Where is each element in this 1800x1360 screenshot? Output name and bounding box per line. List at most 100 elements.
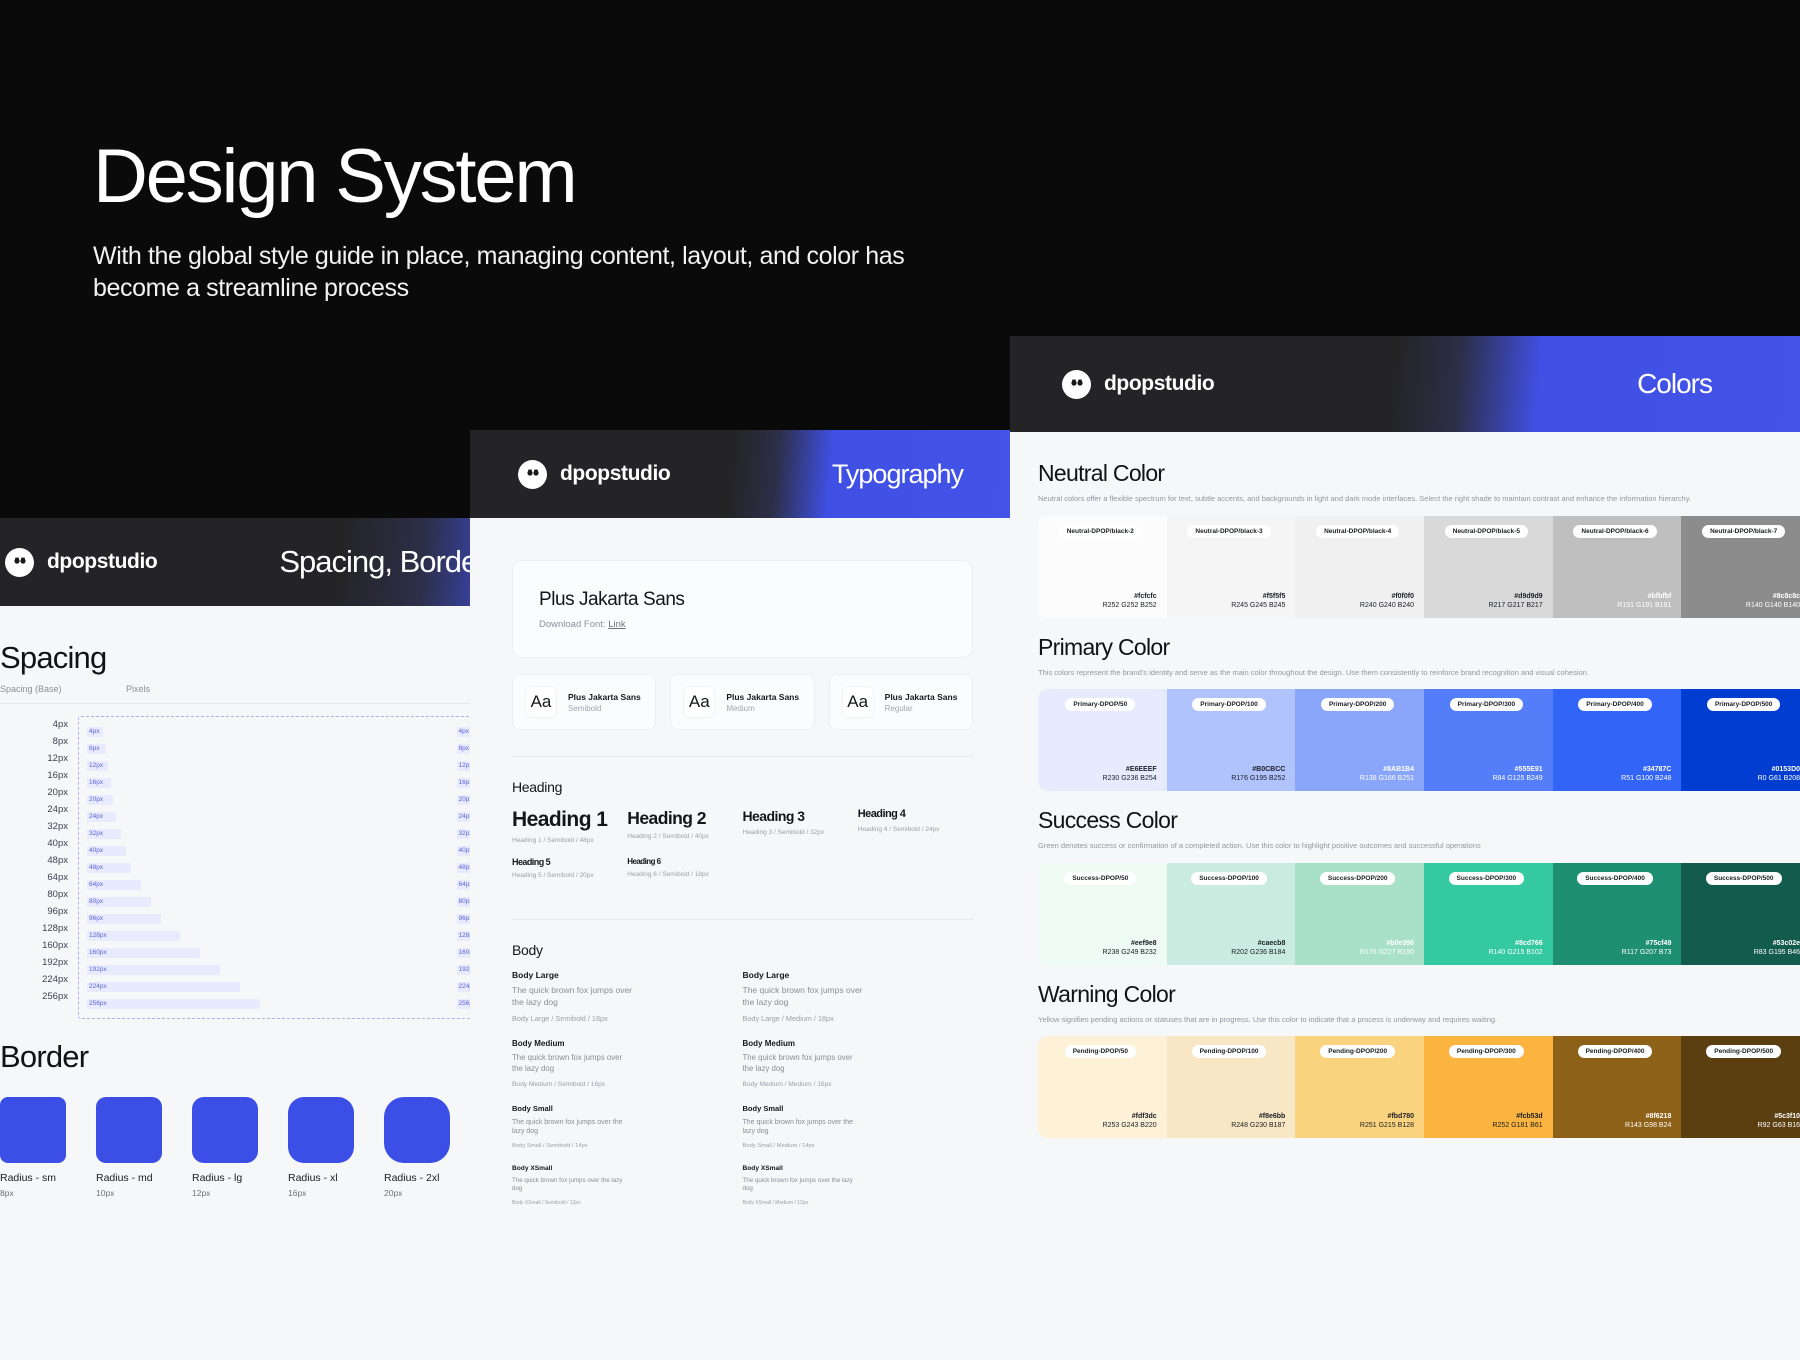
colors-panel: dpopstudio Colors Neutral ColorNeutral c… <box>1010 336 1800 1360</box>
radius-item: Radius - 2xl 20px <box>384 1097 456 1198</box>
color-rgb: R140 G215 B102 <box>1489 949 1543 956</box>
spacing-bar: 224px <box>87 982 240 992</box>
color-rgb: R0 G61 B208 <box>1758 775 1800 782</box>
color-token-chip: Success-DPOP/300 <box>1449 872 1525 885</box>
spacing-bar-row: 48px <box>87 859 457 876</box>
color-rgb: R230 G236 B254 <box>1103 775 1157 782</box>
body-samples: Body LargeThe quick brown fox jumps over… <box>512 970 973 1221</box>
color-section: Success ColorGreen denotes success or co… <box>1038 807 1800 965</box>
color-hex: #75cf49 <box>1622 940 1672 947</box>
body-sample-text: The quick brown fox jumps over the lazy … <box>512 1053 632 1074</box>
spacing-bar-row: 20px <box>87 791 457 808</box>
body-sample-spec: Body Medium / Semibold / 16px <box>512 1081 725 1088</box>
color-section-title: Warning Color <box>1038 981 1800 1008</box>
body-sample-spec: Body Small / Semibold / 14px <box>512 1143 725 1149</box>
color-section-title: Primary Color <box>1038 634 1800 661</box>
color-hex: #b0e396 <box>1360 940 1414 947</box>
color-rgb: R245 G245 B245 <box>1231 602 1285 609</box>
spacing-bar-row: 64px <box>87 876 457 893</box>
color-swatch[interactable]: Primary-DPOP/200#8AB1B4R138 G166 B251 <box>1295 689 1424 791</box>
color-section-description: Yellow signifies pending actions or stat… <box>1038 1015 1800 1026</box>
color-swatch[interactable]: Success-DPOP/50#eef9e8R238 G249 B232 <box>1038 863 1167 965</box>
panel-title-typography: Typography <box>832 459 963 490</box>
color-meta: #555E91R84 G125 B249 <box>1492 766 1542 782</box>
font-weight-text: Plus Jakarta SansMedium <box>726 692 799 713</box>
spacing-label: 20px <box>0 784 78 801</box>
spacing-label: 256px <box>0 988 78 1005</box>
spacing-bar-row: 16px <box>87 774 457 791</box>
color-swatch[interactable]: Primary-DPOP/400#34787CR51 G100 B248 <box>1553 689 1682 791</box>
radius-name: Radius - lg <box>192 1172 264 1184</box>
body-sample-name: Body Small <box>512 1104 725 1113</box>
color-swatch[interactable]: Success-DPOP/500#53c02eR83 G195 B46 <box>1681 863 1800 965</box>
font-download-row: Download Font: Link <box>539 619 946 630</box>
color-token-chip: Pending-DPOP/300 <box>1449 1045 1524 1058</box>
color-swatch[interactable]: Neutral-DPOP/black-2#fcfcfcR252 G252 B25… <box>1038 516 1167 618</box>
color-hex: #555E91 <box>1492 766 1542 773</box>
color-token-chip: Success-DPOP/400 <box>1577 872 1653 885</box>
color-swatch[interactable]: Success-DPOP/200#b0e396R176 G227 B150 <box>1295 863 1424 965</box>
radius-value: 20px <box>384 1188 456 1198</box>
spacing-label: 4px <box>0 716 78 733</box>
brand-logo: dpopstudio <box>5 548 157 577</box>
heading-sample-item: Heading 1Heading 1 / Semibold / 48px <box>512 809 627 844</box>
radius-value: 12px <box>192 1188 264 1198</box>
aa-glyph: Aa <box>525 686 557 718</box>
color-rgb: R140 G140 B140 <box>1746 602 1800 609</box>
radius-name: Radius - sm <box>0 1172 72 1184</box>
color-swatch[interactable]: Neutral-DPOP/black-6#bfbfbfR191 G191 B19… <box>1553 516 1682 618</box>
color-swatch[interactable]: Pending-DPOP/100#f8e6bbR248 G230 B187 <box>1167 1036 1296 1138</box>
spacing-bar: 128px <box>87 931 180 941</box>
color-swatch[interactable]: Pending-DPOP/50#fdf3dcR253 G243 B220 <box>1038 1036 1167 1138</box>
color-meta: #bfbfbfR191 G191 B191 <box>1617 593 1671 609</box>
spacing-bar: 96px <box>87 914 161 924</box>
color-swatch[interactable]: Primary-DPOP/300 #555E91R84 G125 B249 <box>1424 689 1553 791</box>
color-token-chip: Primary-DPOP/100 <box>1192 698 1265 711</box>
color-swatch[interactable]: Primary-DPOP/50#E6EEEFR230 G236 B254 <box>1038 689 1167 791</box>
color-swatch[interactable]: Primary-DPOP/500#0153D0R0 G61 B208 <box>1681 689 1800 791</box>
color-hex: #eef9e8 <box>1103 940 1157 947</box>
download-link[interactable]: Link <box>608 619 625 630</box>
color-swatch[interactable]: Neutral-DPOP/black-7#8c8c8cR140 G140 B14… <box>1681 516 1800 618</box>
color-swatch[interactable]: Success-DPOP/400#75cf49R117 G207 B73 <box>1553 863 1682 965</box>
spacing-label: 80px <box>0 886 78 903</box>
color-rgb: R143 G98 B24 <box>1625 1122 1671 1129</box>
spacing-label: 224px <box>0 971 78 988</box>
color-token-chip: Primary-DPOP/300 <box>1450 698 1523 711</box>
color-token-chip: Neutral-DPOP/black-3 <box>1187 525 1270 538</box>
color-swatch[interactable]: Pending-DPOP/300#fcb53dR252 G181 B61 <box>1424 1036 1553 1138</box>
color-rgb: R238 G249 B232 <box>1103 949 1157 956</box>
spacing-bar-row: 32px <box>87 825 457 842</box>
color-swatch[interactable]: Primary-DPOP/100#B0CBCCR176 G195 B252 <box>1167 689 1296 791</box>
color-swatch[interactable]: Pending-DPOP/500#5c3f10R92 G63 B16 <box>1681 1036 1800 1138</box>
download-label: Download Font: <box>539 619 606 630</box>
font-weight-text: Plus Jakarta SansSemibold <box>568 692 641 713</box>
body-sample-text: The quick brown fox jumps over the lazy … <box>512 985 632 1008</box>
color-meta: #fbd780R251 G215 B128 <box>1360 1113 1414 1129</box>
color-swatch[interactable]: Neutral-DPOP/black-3#f5f5f5R245 G245 B24… <box>1167 516 1296 618</box>
color-hex: #f0f0f0 <box>1360 593 1414 600</box>
color-token-chip: Pending-DPOP/400 <box>1578 1045 1653 1058</box>
spacing-label: 160px <box>0 937 78 954</box>
color-token-chip: Success-DPOP/100 <box>1191 872 1267 885</box>
color-swatch[interactable]: Success-DPOP/100#caecb8R202 G236 B184 <box>1167 863 1296 965</box>
color-rgb: R253 G243 B220 <box>1103 1122 1157 1129</box>
color-swatch[interactable]: Neutral-DPOP/black-4#f0f0f0R240 G240 B24… <box>1295 516 1424 618</box>
spacing-bar-row: 40px <box>87 842 457 859</box>
color-swatch[interactable]: Pending-DPOP/400#8f6218R143 G98 B24 <box>1553 1036 1682 1138</box>
body-sample-text: The quick brown fox jumps over the lazy … <box>743 1118 863 1137</box>
spacing-col-base: Spacing (Base) <box>0 684 78 694</box>
body-sample-item: Body LargeThe quick brown fox jumps over… <box>512 970 743 1023</box>
color-meta: #8cd766R140 G215 B102 <box>1489 940 1543 956</box>
heading-spec: Heading 6 / Semibold / 18px <box>627 871 734 878</box>
body-sample-name: Body XSmall <box>743 1165 956 1172</box>
color-hex: #bfbfbf <box>1617 593 1671 600</box>
radius-name: Radius - 2xl <box>384 1172 456 1184</box>
body-sample-item: Body MediumThe quick brown fox jumps ove… <box>512 1039 743 1087</box>
color-swatch[interactable]: Pending-DPOP/200#fbd780R251 G215 B128 <box>1295 1036 1424 1138</box>
body-sample-name: Body Small <box>743 1104 956 1113</box>
body-sample-text: The quick brown fox jumps over the lazy … <box>743 1177 863 1194</box>
color-swatch[interactable]: Neutral-DPOP/black-5#d9d9d9R217 G217 B21… <box>1424 516 1553 618</box>
color-swatch[interactable]: Success-DPOP/300 #8cd766R140 G215 B102 <box>1424 863 1553 965</box>
font-weight-card: AaPlus Jakarta SansRegular <box>829 674 973 730</box>
